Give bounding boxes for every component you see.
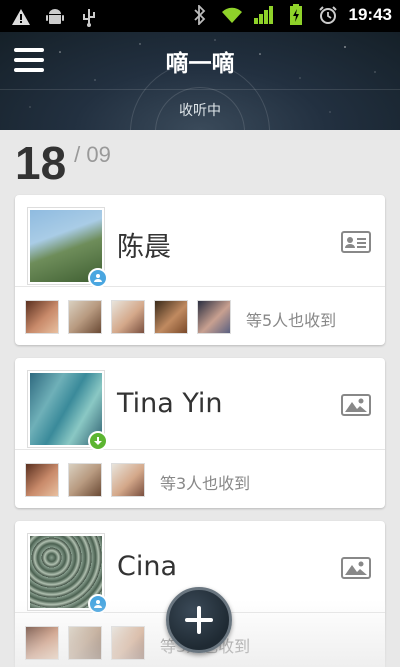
sender-name: 陈晨 (117, 232, 171, 263)
wifi-icon (221, 4, 243, 26)
page-title: 嘀一嘀 (165, 51, 235, 77)
status-bar: 19:43 (0, 0, 400, 32)
sender-name: Cina (117, 551, 178, 582)
battery-icon (285, 4, 307, 26)
message-card[interactable]: 陈晨 等5人也收到 (15, 195, 385, 345)
avatar (111, 626, 145, 660)
sender-photo (27, 207, 108, 288)
android-icon (44, 6, 66, 28)
avatar (68, 626, 102, 660)
image-icon (341, 557, 371, 579)
contact-badge-icon (88, 594, 108, 614)
listening-status: 收听中 (179, 103, 221, 119)
sender-photo (27, 370, 108, 451)
avatar (111, 463, 145, 497)
app-header: 嘀一嘀 收听中 (0, 32, 400, 130)
header-divider (0, 89, 400, 90)
warning-icon (10, 6, 32, 28)
message-card[interactable]: Tina Yin 等3人也收到 (15, 358, 385, 508)
recipients-avatars (25, 300, 231, 334)
recipients-avatars (25, 463, 145, 497)
received-count: 等3人也收到 (160, 474, 251, 493)
received-count: 等5人也收到 (246, 311, 337, 330)
avatar (25, 300, 59, 334)
date-month: / 09 (74, 142, 111, 167)
avatar (25, 626, 59, 660)
signal-icon (253, 4, 275, 26)
avatar (197, 300, 231, 334)
image-icon (341, 394, 371, 416)
usb-icon (78, 6, 100, 28)
clock-time: 19:43 (348, 5, 392, 24)
recipients-avatars (25, 626, 145, 660)
avatar (111, 300, 145, 334)
date-label: 18 / 09 (15, 138, 111, 188)
avatar (25, 463, 59, 497)
avatar (68, 463, 102, 497)
sender-name: Tina Yin (117, 388, 223, 419)
contact-badge-icon (88, 268, 108, 288)
avatar (154, 300, 188, 334)
sender-photo (27, 533, 108, 614)
contact-card-icon (341, 231, 371, 253)
avatar (68, 300, 102, 334)
add-button[interactable] (166, 587, 232, 653)
download-badge-icon (88, 431, 108, 451)
alarm-icon (317, 4, 339, 26)
date-day: 18 (15, 137, 67, 189)
bluetooth-icon (189, 4, 211, 26)
